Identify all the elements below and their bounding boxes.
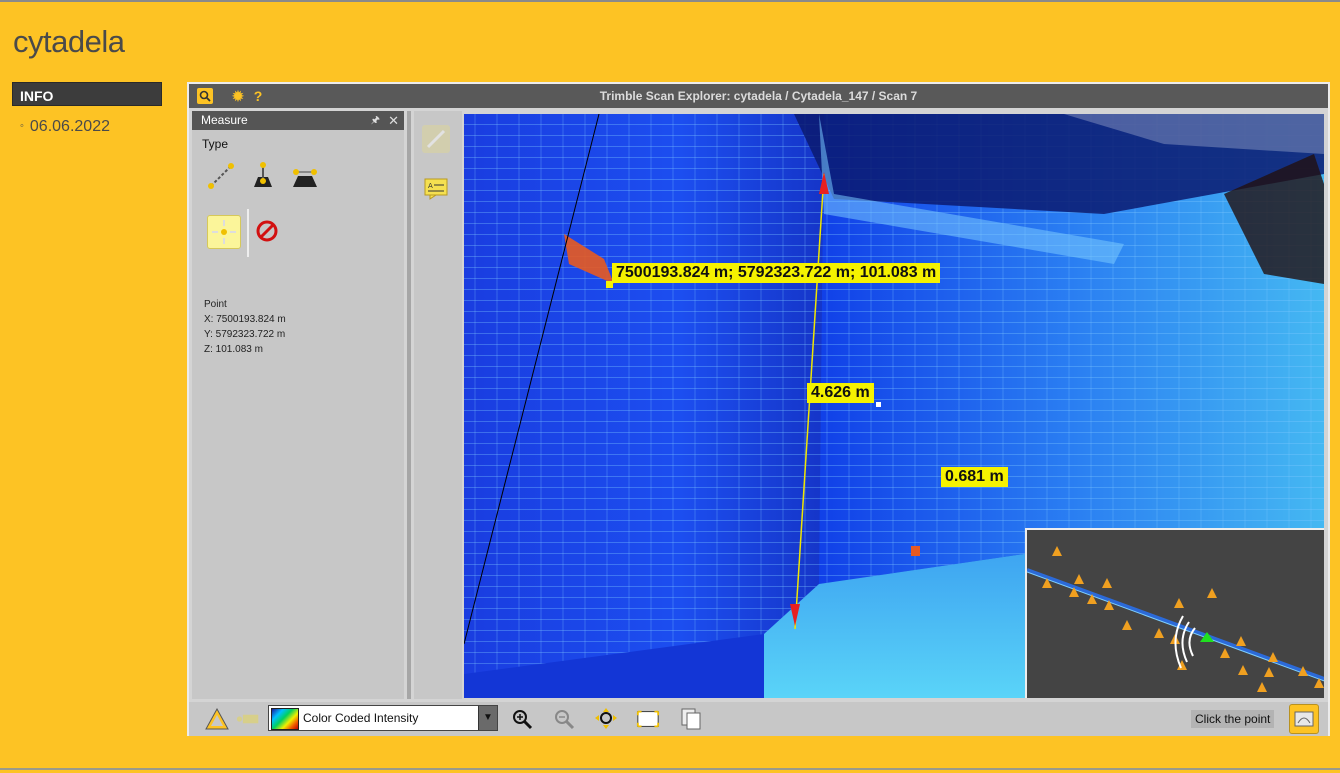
bottom-divider [0,768,1340,770]
color-mode-label: Color Coded Intensity [303,711,419,725]
svg-text:A: A [428,182,433,190]
vertical-distance-icon[interactable] [248,161,278,191]
zoom-in-icon[interactable] [511,708,535,730]
viewer-titlebar: ✹ ? Trimble Scan Explorer: cytadela / Cy… [189,84,1328,108]
measure-panel: Measure 🖈 ✕ Type Point X: 7500193.824 m … [192,111,404,699]
info-date-item[interactable]: ◦ 06.06.2022 [20,118,110,136]
bottom-toolbar: Color Coded Intensity ▼ Click the point [189,702,1328,736]
annotation-icon[interactable]: A [424,178,448,200]
distance-label: 4.626 m [807,383,874,403]
color-mode-select[interactable]: Color Coded Intensity ▼ [268,705,498,731]
type-label: Type [202,137,229,151]
close-icon[interactable]: ✕ [388,111,399,130]
panel-splitter[interactable] [407,111,411,699]
coordinate-label: 7500193.824 m; 5792323.722 m; 101.083 m [612,263,941,283]
info-date-label: 06.06.2022 [29,118,110,135]
tag-icon[interactable] [236,708,260,730]
zoom-extent-icon[interactable] [595,708,619,730]
tool-column: A [414,111,462,699]
fullscreen-icon[interactable] [636,708,660,730]
short-distance-label: 0.681 m [941,467,1008,487]
measure-tool-button[interactable] [422,125,450,153]
bullet-icon: ◦ [20,120,24,132]
snap-point-button[interactable] [207,215,241,249]
measure-panel-header: Measure 🖈 ✕ [192,111,404,130]
viewer-title: Trimble Scan Explorer: cytadela / Cytade… [599,89,918,103]
page-title: cytadela [13,24,125,59]
zoom-out-icon[interactable] [553,708,577,730]
horizontal-distance-icon[interactable] [290,161,320,191]
status-text: Click the point [1191,710,1275,728]
scan-viewport[interactable]: 7500193.824 m; 5792323.722 m; 101.083 m … [464,114,1324,698]
point-info: Point X: 7500193.824 m Y: 5792323.722 m … [204,297,286,357]
color-gradient-swatch [271,708,299,730]
divider [247,209,249,257]
copy-icon[interactable] [679,708,703,730]
measure-panel-title: Measure [201,113,248,127]
point-y: Y: 5792323.722 m [204,329,286,340]
info-tab[interactable]: INFO [12,82,162,106]
pin-icon[interactable]: 🖈 [371,111,380,130]
point-z: Z: 101.083 m [204,344,263,355]
chevron-down-icon[interactable]: ▼ [478,706,497,730]
point-x: X: 7500193.824 m [204,314,286,325]
scan-minimap[interactable] [1025,528,1324,698]
scan-mode-button[interactable] [1289,704,1319,734]
cancel-icon[interactable] [255,219,279,243]
warning-icon[interactable] [205,708,229,730]
point-to-point-icon[interactable] [206,161,236,191]
scan-viewer: ✹ ? Trimble Scan Explorer: cytadela / Cy… [187,82,1330,736]
point-heading: Point [204,299,227,310]
